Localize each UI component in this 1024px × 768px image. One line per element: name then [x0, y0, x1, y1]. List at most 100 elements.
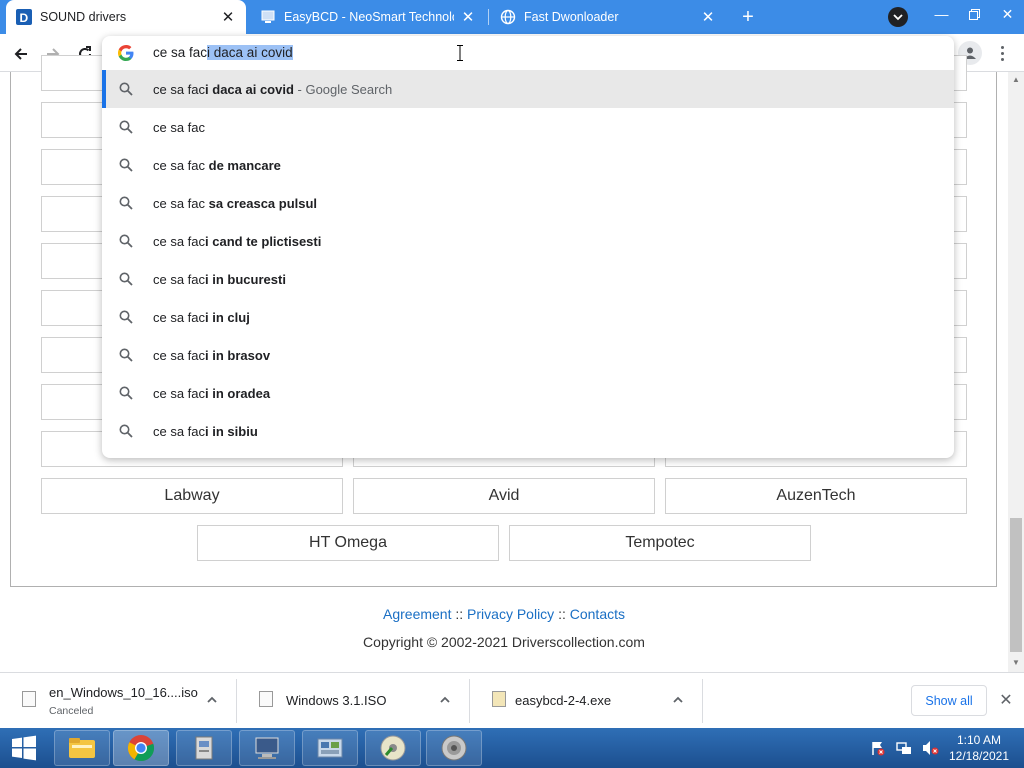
search-icon	[119, 348, 133, 362]
chevron-up-icon[interactable]	[671, 693, 685, 707]
suggestion-hint: - Google Search	[293, 81, 393, 97]
scroll-down-icon[interactable]: ▼	[1012, 658, 1020, 667]
tab-strip: D SOUND drivers ✕ EasyBCD - NeoSmart Tec…	[0, 0, 1024, 34]
contacts-link[interactable]: Contacts	[570, 606, 625, 622]
tab-fast-dwonloader[interactable]: Fast Dwonloader ✕	[490, 0, 726, 34]
taskbar-chrome[interactable]	[113, 730, 169, 766]
download-item[interactable]: easybcd-2-4.exe	[470, 679, 703, 723]
back-button[interactable]	[8, 41, 34, 67]
close-window-button[interactable]: ✕	[991, 0, 1024, 28]
brand-link-ht-omega[interactable]: HT Omega	[197, 525, 499, 561]
computer-icon	[255, 737, 279, 759]
suggestion-completion: i in cluj	[205, 309, 250, 325]
typed-text: ce sa fac	[153, 45, 208, 60]
suggestion-prefix: ce sa fac	[153, 309, 206, 325]
footer-links: Agreement :: Privacy Policy :: Contacts	[0, 606, 1008, 622]
suggestion-completion: i in sibiu	[205, 423, 258, 439]
omnibox-suggestion[interactable]: ce sa faci in sibiu	[102, 412, 954, 450]
restore-icon	[969, 8, 980, 20]
tab-easybcd[interactable]: EasyBCD - NeoSmart Technologies ✕	[250, 0, 486, 34]
file-icon	[22, 691, 36, 707]
action-center-flag-icon[interactable]	[870, 740, 886, 756]
brand-link-auzentech[interactable]: AuzenTech	[665, 478, 967, 514]
address-bar[interactable]: ce sa faci daca ai covid	[102, 36, 954, 70]
suggestion-prefix: ce sa fac	[153, 233, 206, 249]
globe-icon	[500, 9, 516, 25]
scrollbar-thumb[interactable]	[1010, 518, 1022, 652]
taskbar-disc-utility[interactable]	[365, 730, 421, 766]
search-icon	[119, 386, 133, 400]
suggestion-text: ce sa faci in brasov	[153, 348, 270, 363]
menu-button[interactable]	[992, 41, 1012, 65]
omnibox-suggestion[interactable]: ce sa faci daca ai covid - Google Search	[102, 70, 954, 108]
suggestion-completion: sa creasca pulsul	[208, 195, 318, 211]
download-item[interactable]: en_Windows_10_16....iso Canceled	[0, 679, 237, 723]
omnibox-input-text[interactable]: ce sa faci daca ai covid	[153, 45, 293, 60]
chevron-up-icon[interactable]	[438, 693, 452, 707]
chevron-up-icon[interactable]	[205, 693, 219, 707]
clock-date: 12/18/2021	[948, 749, 1010, 763]
taskbar-control-panel[interactable]	[302, 730, 358, 766]
tab-search-button[interactable]	[888, 7, 908, 27]
agreement-link[interactable]: Agreement	[383, 606, 451, 622]
disc-icon	[380, 735, 406, 761]
show-all-button[interactable]: Show all	[911, 685, 987, 716]
new-tab-button[interactable]: +	[736, 5, 760, 29]
download-bar: en_Windows_10_16....iso Canceled Windows…	[0, 672, 1024, 728]
start-button[interactable]	[0, 728, 48, 768]
brand-link-tempotec[interactable]: Tempotec	[509, 525, 811, 561]
taskbar-file-explorer[interactable]	[54, 730, 110, 766]
close-icon[interactable]: ✕	[220, 9, 236, 26]
omnibox-suggestion[interactable]: ce sa fac sa creasca pulsul	[102, 184, 954, 222]
suggestion-text: ce sa fac	[153, 120, 205, 135]
suggestion-completion: i daca ai covid	[205, 81, 294, 97]
taskbar-clock[interactable]: 1:10 AM 12/18/2021	[944, 732, 1014, 764]
tab-separator	[488, 9, 489, 25]
installer-icon	[195, 736, 213, 760]
suggestion-text: ce sa fac sa creasca pulsul	[153, 196, 317, 211]
privacy-policy-link[interactable]: Privacy Policy	[467, 606, 554, 622]
taskbar-app-installer[interactable]	[176, 730, 232, 766]
omnibox-suggestion[interactable]: ce sa fac	[102, 108, 954, 146]
close-icon[interactable]: ✕	[460, 9, 476, 26]
volume-muted-icon[interactable]	[922, 740, 940, 756]
close-icon[interactable]: ✕	[700, 9, 716, 26]
taskbar: 1:10 AM 12/18/2021	[0, 728, 1024, 768]
omnibox-suggestion[interactable]: ce sa faci in brasov	[102, 336, 954, 374]
tab-title: EasyBCD - NeoSmart Technologies	[284, 10, 454, 24]
minimize-button[interactable]: —	[925, 0, 958, 28]
restore-button[interactable]	[958, 0, 991, 28]
brand-link-labway[interactable]: Labway	[41, 478, 343, 514]
selected-autocomplete-text: i daca ai covid	[207, 45, 293, 60]
suggestion-text: ce sa faci in bucuresti	[153, 272, 286, 287]
window-controls: — ✕	[925, 0, 1024, 28]
suggestion-text: ce sa faci in sibiu	[153, 424, 258, 439]
google-g-icon	[118, 45, 134, 61]
taskbar-easybcd[interactable]	[239, 730, 295, 766]
omnibox-suggestion[interactable]: ce sa faci in oradea	[102, 374, 954, 412]
network-icon[interactable]	[896, 740, 912, 756]
download-filename: easybcd-2-4.exe	[515, 693, 612, 708]
omnibox-suggestion[interactable]: ce sa fac de mancare	[102, 146, 954, 184]
suggestion-completion: i in bucuresti	[205, 271, 286, 287]
suggestion-text: ce sa faci in cluj	[153, 310, 250, 325]
close-icon[interactable]: ✕	[998, 692, 1014, 709]
taskbar-audio-app[interactable]	[426, 730, 482, 766]
driverscollection-favicon-icon: D	[16, 9, 32, 25]
search-icon	[119, 82, 133, 96]
footer-separator: ::	[558, 606, 566, 622]
omnibox-suggestion[interactable]: ce sa faci in bucuresti	[102, 260, 954, 298]
brand-link-avid[interactable]: Avid	[353, 478, 655, 514]
scroll-up-icon[interactable]: ▲	[1012, 75, 1020, 84]
download-item[interactable]: Windows 3.1.ISO	[237, 679, 470, 723]
omnibox-suggestion[interactable]: ce sa faci in cluj	[102, 298, 954, 336]
tab-sound-drivers[interactable]: D SOUND drivers ✕	[6, 0, 246, 34]
page-scrollbar[interactable]: ▲ ▼	[1008, 72, 1024, 672]
suggestion-completion: i cand te plictisesti	[205, 233, 322, 249]
suggestion-text: ce sa fac de mancare	[153, 158, 281, 173]
omnibox-suggestion[interactable]: ce sa faci cand te plictisesti	[102, 222, 954, 260]
chevron-down-icon	[893, 14, 903, 21]
system-tray	[870, 728, 940, 768]
search-icon	[119, 272, 133, 286]
suggestion-completion: i in oradea	[205, 385, 271, 401]
